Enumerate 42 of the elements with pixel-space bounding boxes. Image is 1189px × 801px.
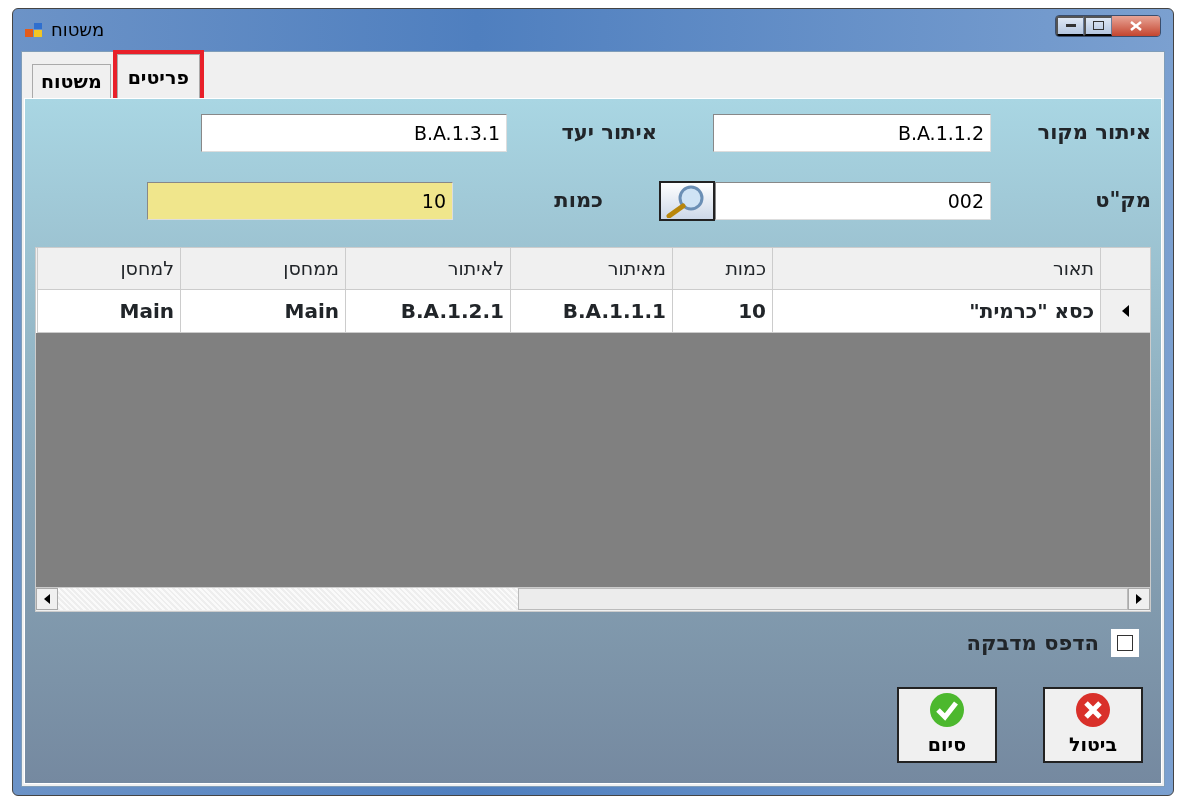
input-field[interactable]: B.A.1.3.1 — [201, 113, 507, 152]
right-arrow-icon — [1136, 594, 1142, 604]
table-cell: כסא "כרמית" — [772, 289, 1100, 333]
field-label: איתור מקור — [1036, 118, 1151, 146]
minimize-button[interactable] — [1056, 15, 1084, 36]
column-header: כמות — [672, 247, 772, 290]
input-field[interactable]: 10 — [147, 181, 453, 220]
close-icon — [1130, 20, 1142, 31]
scroll-left-button[interactable] — [36, 588, 58, 610]
field-label: איתור יעד — [560, 118, 657, 146]
table-cell: 10 — [672, 289, 772, 333]
search-button[interactable] — [659, 180, 715, 221]
maximize-icon — [1093, 21, 1104, 31]
table-cell: Main — [180, 289, 345, 333]
column-header: מאיתור — [510, 247, 672, 290]
close-icon — [1075, 691, 1111, 728]
input-field[interactable]: B.A.1.1.2 — [713, 113, 991, 152]
field-label: מק"ט — [1094, 186, 1151, 214]
finish-button[interactable]: סיום — [897, 687, 997, 763]
left-arrow-icon — [44, 594, 50, 604]
row-pointer-icon — [1122, 304, 1129, 317]
column-header: לאיתור — [345, 247, 510, 290]
maximize-button[interactable] — [1084, 15, 1112, 36]
cancel-button[interactable]: ביטול — [1043, 687, 1143, 763]
scroll-right-button[interactable] — [1128, 588, 1150, 610]
column-header: ממחסן — [180, 247, 345, 290]
scrollbar-thumb[interactable] — [518, 588, 1128, 610]
app-icon — [25, 21, 43, 38]
tab[interactable]: משטוח — [32, 64, 111, 98]
table-cell: B.A.1.1.1 — [510, 289, 672, 333]
minimize-icon — [1065, 23, 1076, 28]
column-header: תאור — [772, 247, 1100, 290]
field-label: כמות — [553, 186, 603, 214]
print-label-checkbox[interactable] — [1111, 629, 1139, 658]
close-button[interactable] — [1112, 15, 1160, 36]
checkbox-label: הדפס מדבקה — [966, 629, 1099, 657]
window-title: משטוח — [51, 18, 105, 43]
column-header: למחסן — [37, 247, 180, 290]
table-cell: B.A.1.2.1 — [345, 289, 510, 333]
check-icon — [929, 691, 965, 728]
table-cell: Main — [37, 289, 180, 333]
input-field[interactable]: 002 — [715, 181, 991, 220]
